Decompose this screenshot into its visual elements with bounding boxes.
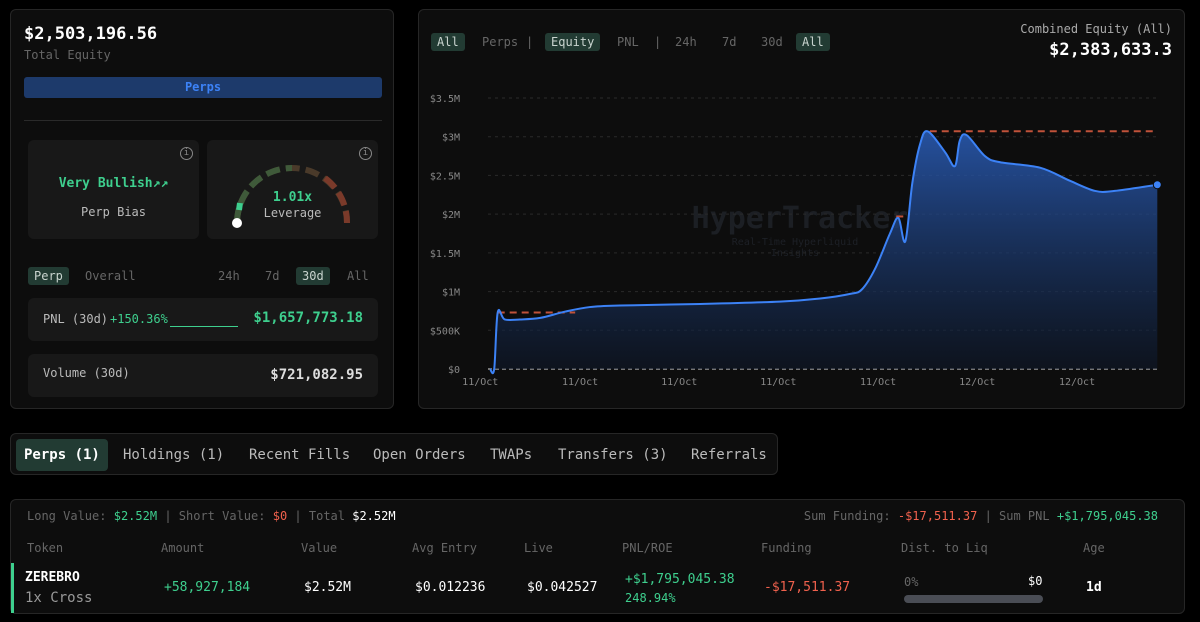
col-pnl-roe[interactable]: PNL/ROE xyxy=(622,541,673,555)
watermark-sub: Insights xyxy=(771,248,819,259)
amount: +58,927,184 xyxy=(164,580,251,595)
y-tick-label: $3M xyxy=(442,133,460,144)
total-value: $2.52M xyxy=(352,509,396,523)
tab-perps[interactable]: Perps (1) xyxy=(16,439,108,471)
short-value: $0 xyxy=(272,509,288,523)
liq-price: $0 xyxy=(1028,574,1043,588)
x-tick-label: 12/Oct xyxy=(1059,377,1095,388)
liq-distance-bar xyxy=(904,595,1043,603)
tab-open-orders[interactable]: Open Orders xyxy=(365,439,474,471)
tab-referrals[interactable]: Referrals xyxy=(683,439,775,471)
last-point-marker xyxy=(1152,180,1162,190)
col-live[interactable]: Live xyxy=(524,541,553,555)
col-age[interactable]: Age xyxy=(1083,541,1105,555)
roe: 248.94% xyxy=(625,591,676,605)
col-token[interactable]: Token xyxy=(27,541,63,555)
age: 1d xyxy=(1086,580,1102,595)
x-tick-label: 11/Oct xyxy=(760,377,796,388)
y-tick-label: $2M xyxy=(442,210,460,221)
liq-distance-pct: 0% xyxy=(904,575,919,589)
equity-chart-panel: All Perps | Equity PNL | 24h 7d 30d All … xyxy=(418,9,1185,409)
col-dist-liq[interactable]: Dist. to Liq xyxy=(901,541,988,555)
long-value-label: Long Value: xyxy=(27,509,107,523)
watermark-title: HyperTracker xyxy=(692,201,909,236)
y-tick-label: $2.5M xyxy=(430,171,460,182)
sum-funding-label: Sum Funding: xyxy=(803,509,891,523)
y-tick-label: $1M xyxy=(442,288,460,299)
tab-twaps[interactable]: TWAPs xyxy=(482,439,540,471)
equity-area xyxy=(490,131,1158,374)
x-tick-label: 11/Oct xyxy=(860,377,896,388)
tab-holdings[interactable]: Holdings (1) xyxy=(115,439,232,471)
x-tick-label: 11/Oct xyxy=(562,377,598,388)
long-value: $2.52M xyxy=(113,509,158,523)
live-price: $0.042527 xyxy=(527,580,598,595)
y-tick-label: $3.5M xyxy=(430,94,460,105)
positions-tabs: Perps (1) Holdings (1) Recent Fills Open Or… xyxy=(10,433,778,475)
avg-entry: $0.012236 xyxy=(415,580,486,595)
value: $2.52M xyxy=(304,580,351,595)
short-value-label: Short Value: xyxy=(178,509,266,523)
pnl: +$1,795,045.38 xyxy=(625,572,735,587)
x-tick-label: 12/Oct xyxy=(959,377,995,388)
margin-mode: 1x Cross xyxy=(25,590,93,606)
positions-summary-left: Long Value: $2.52M | Short Value: $0 | T… xyxy=(27,509,396,523)
tab-transfers[interactable]: Transfers (3) xyxy=(550,439,676,471)
col-amount[interactable]: Amount xyxy=(161,541,204,555)
funding: -$17,511.37 xyxy=(764,580,851,595)
col-funding[interactable]: Funding xyxy=(761,541,812,555)
y-tick-label: $0 xyxy=(448,365,460,376)
sum-pnl-label: Sum PNL xyxy=(999,509,1050,523)
sum-funding-value: -$17,511.37 xyxy=(897,509,978,523)
sum-pnl-value: +$1,795,045.38 xyxy=(1056,509,1158,523)
long-indicator xyxy=(11,563,14,613)
token-name[interactable]: ZEREBRO xyxy=(25,570,80,585)
y-tick-label: $1.5M xyxy=(430,249,460,260)
positions-summary-right: Sum Funding: -$17,511.37 | Sum PNL +$1,7… xyxy=(803,509,1158,523)
total-label: Total xyxy=(308,509,345,523)
x-tick-label: 11/Oct xyxy=(462,377,498,388)
tab-recent-fills[interactable]: Recent Fills xyxy=(241,439,358,471)
equity-area-chart[interactable]: HyperTracker Real-Time Hyperliquid Insig… xyxy=(0,0,1200,420)
watermark-sub: Real-Time Hyperliquid xyxy=(732,237,858,248)
x-tick-label: 11/Oct xyxy=(661,377,697,388)
col-avg-entry[interactable]: Avg Entry xyxy=(412,541,477,555)
positions-panel: Long Value: $2.52M | Short Value: $0 | T… xyxy=(10,499,1185,614)
col-value[interactable]: Value xyxy=(301,541,337,555)
y-tick-label: $500K xyxy=(430,326,460,337)
